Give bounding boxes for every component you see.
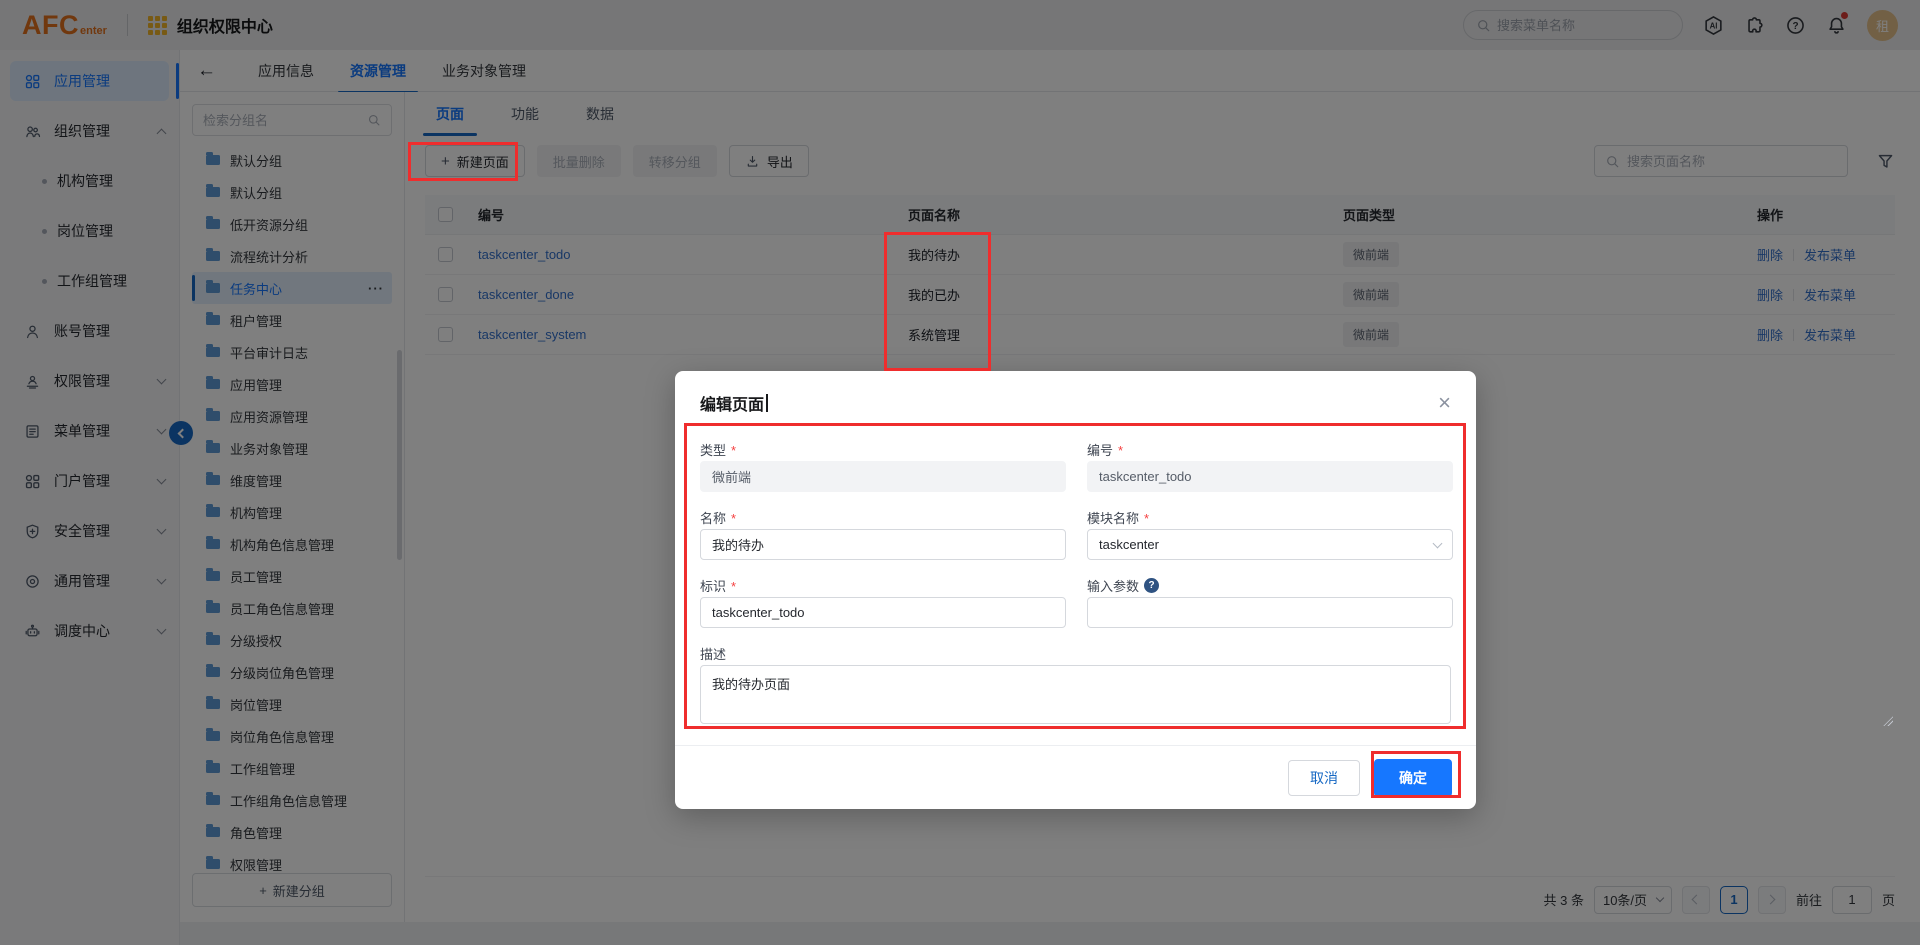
- modal-footer: 取消 确定: [675, 745, 1476, 809]
- field-description: 描述 我的待办页面: [700, 641, 1451, 724]
- identifier-input[interactable]: [700, 597, 1066, 628]
- modal-header: 编辑页面 ×: [700, 391, 1451, 415]
- field-label: 描述: [700, 646, 727, 662]
- field-label: 类型: [700, 442, 727, 458]
- field-module: 模块名称 * taskcenter: [1087, 505, 1453, 560]
- question-circle-icon[interactable]: ?: [1144, 577, 1160, 593]
- text-cursor: [766, 394, 768, 412]
- field-label: 名称: [700, 510, 727, 526]
- params-input[interactable]: [1087, 597, 1453, 628]
- confirm-button[interactable]: 确定: [1374, 758, 1452, 797]
- required-asterisk: *: [731, 579, 737, 594]
- module-select[interactable]: taskcenter: [1087, 529, 1453, 560]
- field-label: 标识: [700, 578, 727, 594]
- module-value: taskcenter: [1099, 537, 1159, 552]
- modal-form: 类型 * 编号 * 名称 * 模块名称 * taskcenter 标识 *: [700, 437, 1453, 641]
- field-label: 输入参数: [1087, 578, 1140, 594]
- code-input[interactable]: [1087, 461, 1453, 492]
- type-input[interactable]: [700, 461, 1066, 492]
- close-icon[interactable]: ×: [1438, 392, 1451, 414]
- required-asterisk: *: [731, 443, 737, 458]
- screen: AFC enter 组织权限中心 租 应用管理 组织管理: [0, 0, 1920, 945]
- cancel-button[interactable]: 取消: [1288, 759, 1360, 796]
- description-textarea[interactable]: 我的待办页面: [700, 665, 1451, 724]
- field-params: 输入参数?: [1087, 573, 1453, 628]
- required-asterisk: *: [1144, 511, 1150, 526]
- required-asterisk: *: [731, 511, 737, 526]
- modal-title: 编辑页面: [700, 391, 768, 415]
- field-name: 名称 *: [700, 505, 1066, 560]
- field-label: 模块名称: [1087, 510, 1140, 526]
- field-identifier: 标识 *: [700, 573, 1066, 628]
- required-asterisk: *: [1118, 443, 1124, 458]
- name-input[interactable]: [700, 529, 1066, 560]
- edit-page-modal: 编辑页面 × 类型 * 编号 * 名称 * 模块名称 * taskcenter: [675, 371, 1476, 809]
- field-code: 编号 *: [1087, 437, 1453, 492]
- field-type: 类型 *: [700, 437, 1066, 492]
- field-label: 编号: [1087, 442, 1114, 458]
- chevron-down-icon: [1432, 538, 1443, 548]
